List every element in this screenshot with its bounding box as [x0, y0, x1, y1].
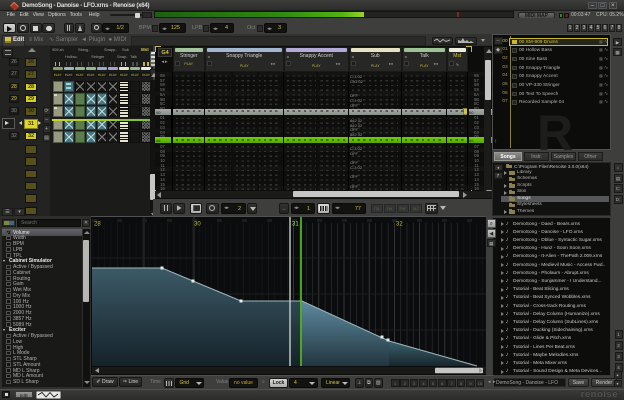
svg-text:30: 30 [194, 222, 201, 228]
svg-text:28: 28 [94, 222, 101, 228]
svg-text:32: 32 [396, 222, 403, 228]
svg-text:31: 31 [292, 222, 299, 228]
